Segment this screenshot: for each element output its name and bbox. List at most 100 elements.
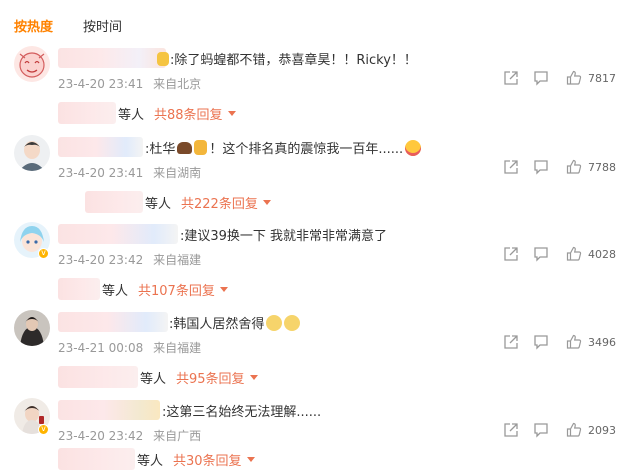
comment-icon: [534, 335, 548, 350]
comment-meta: 23-4-20 23:41 来自湖南: [58, 164, 207, 181]
like-count: 2093: [588, 423, 616, 437]
triangle-down-icon: [249, 374, 258, 380]
comment-location: 来自福建: [153, 253, 202, 267]
comment-time: 23-4-20 23:42: [58, 429, 144, 443]
comment-text: :韩国人居然舍得: [169, 313, 301, 332]
reply-count-link[interactable]: 共222条回复: [181, 193, 271, 212]
tab-by-hot[interactable]: 按热度: [14, 16, 53, 35]
like-button[interactable]: 3496: [566, 334, 616, 350]
comment-button[interactable]: [533, 246, 549, 262]
comment-actions: 4028: [500, 246, 620, 268]
like-count: 7817: [588, 71, 616, 85]
comment-icon: [534, 160, 548, 175]
share-icon: [504, 160, 518, 174]
username-blurred[interactable]: [58, 400, 160, 420]
share-icon: [504, 71, 518, 85]
reply-suffix: 等人: [140, 371, 167, 387]
tab-by-time[interactable]: 按时间: [83, 16, 122, 35]
share-button[interactable]: [503, 334, 519, 350]
comment-meta: 23-4-21 00:08 来自福建: [58, 339, 207, 356]
share-icon: [504, 423, 518, 437]
like-icon: [566, 159, 582, 174]
comment-time: 23-4-21 00:08: [58, 341, 144, 355]
comment-time: 23-4-20 23:42: [58, 253, 144, 267]
comment-meta: 23-4-20 23:42 来自广西: [58, 427, 207, 444]
emoji-sticker-icon: [157, 52, 169, 66]
like-button[interactable]: 7788: [566, 159, 616, 175]
triangle-down-icon: [227, 110, 236, 116]
avatar[interactable]: [14, 310, 50, 346]
reply-suffix: 等人: [102, 283, 129, 299]
reply-suffix: 等人: [137, 453, 164, 469]
reply-count-link[interactable]: 共95条回复: [176, 368, 258, 387]
comment-actions: 2093: [500, 422, 620, 444]
comment-button[interactable]: [533, 422, 549, 438]
comment-actions: 3496: [500, 334, 620, 356]
comment-text: :除了蚂蝗都不错，恭喜章昊！！Ricky！！: [170, 53, 417, 68]
comment-button[interactable]: [533, 334, 549, 350]
like-button[interactable]: 4028: [566, 246, 616, 262]
share-button[interactable]: [503, 159, 519, 175]
reply-summary: 等人 共30条回复: [58, 448, 255, 470]
comment-meta: 23-4-20 23:42 来自福建: [58, 251, 207, 268]
comment-item: v :建议39换一下 我就非常非常满意了 23-4-20 23:42 来自福建 …: [0, 222, 627, 310]
reply-count-link[interactable]: 共88条回复: [154, 104, 236, 123]
like-count: 7788: [588, 160, 616, 174]
reply-count-link[interactable]: 共107条回复: [138, 280, 228, 299]
comment-time: 23-4-20 23:41: [58, 77, 144, 91]
reply-suffix: 等人: [145, 196, 172, 212]
beer-emoji-icon: [194, 140, 208, 155]
comment-location: 来自福建: [153, 341, 202, 355]
comment-meta: 23-4-20 23:41 来自北京: [58, 75, 207, 92]
like-icon: [566, 334, 582, 349]
share-button[interactable]: [503, 70, 519, 86]
comment-location: 来自北京: [153, 77, 202, 91]
share-icon: [504, 247, 518, 261]
comment-icon: [534, 423, 548, 438]
comment-location: 来自湖南: [153, 166, 202, 180]
share-icon: [504, 335, 518, 349]
comment-button[interactable]: [533, 70, 549, 86]
comment-icon: [534, 71, 548, 86]
like-button[interactable]: 7817: [566, 70, 616, 86]
reply-suffix: 等人: [118, 107, 145, 123]
cat-emoji-icon: [266, 314, 283, 331]
cat-emoji-icon: [284, 314, 301, 331]
comment-actions: 7788: [500, 159, 620, 181]
comment-text: :杜华 ！这个排名真的震惊我一百年......: [145, 138, 422, 157]
comment-text: :这第三名始终无法理解......: [162, 405, 322, 420]
username-blurred[interactable]: [58, 224, 178, 244]
sort-tabs: 按热度 按时间: [14, 13, 122, 37]
triangle-down-icon: [219, 286, 228, 292]
avatar[interactable]: [14, 46, 50, 82]
comment-button[interactable]: [533, 159, 549, 175]
username-blurred[interactable]: [58, 312, 168, 332]
like-button[interactable]: 2093: [566, 422, 616, 438]
share-button[interactable]: [503, 246, 519, 262]
triangle-down-icon: [246, 456, 255, 462]
username-blurred[interactable]: [58, 137, 143, 157]
reply-users-blurred: [58, 278, 100, 300]
comment-icon: [534, 247, 548, 262]
bear-emoji-icon: [177, 141, 193, 154]
comment-text: :建议39换一下 我就非常非常满意了: [180, 229, 388, 244]
comment-time: 23-4-20 23:41: [58, 166, 144, 180]
verified-badge-icon: v: [38, 424, 49, 435]
comment-location: 来自广西: [153, 429, 202, 443]
verified-badge-icon: v: [38, 248, 49, 259]
comment-item: :杜华 ！这个排名真的震惊我一百年...... 23-4-20 23:41 来自…: [0, 135, 627, 223]
username-blurred[interactable]: [58, 48, 166, 68]
reply-users-blurred: [58, 366, 138, 388]
like-count: 3496: [588, 335, 616, 349]
reply-users-blurred: [58, 448, 135, 470]
avatar[interactable]: [14, 135, 50, 171]
like-icon: [566, 70, 582, 85]
reply-users-blurred: [85, 191, 143, 213]
reply-count-link[interactable]: 共30条回复: [173, 450, 255, 469]
comment-item: :韩国人居然舍得 23-4-21 00:08 来自福建 3496 等人 共95条…: [0, 310, 627, 398]
share-button[interactable]: [503, 422, 519, 438]
reply-users-blurred: [58, 102, 116, 124]
reply-summary: 等人 共107条回复: [58, 278, 228, 300]
comment-item: :除了蚂蝗都不错，恭喜章昊！！Ricky！！ 23-4-20 23:41 来自北…: [0, 46, 627, 134]
like-icon: [566, 246, 582, 261]
